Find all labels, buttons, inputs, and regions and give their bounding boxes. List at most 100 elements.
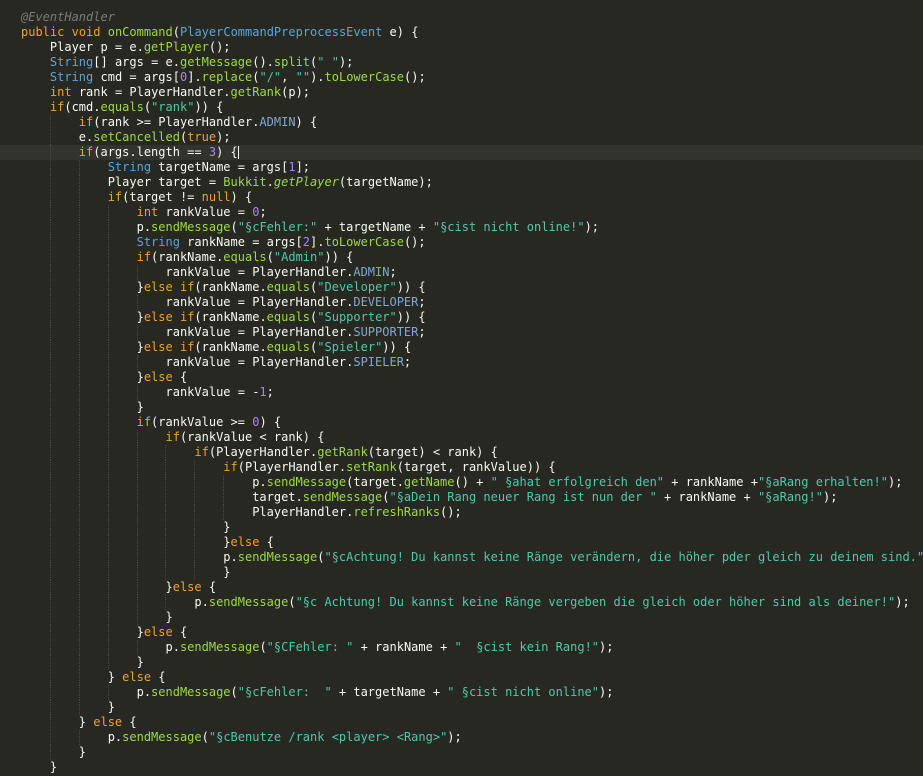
indent-guide — [194, 550, 196, 565]
code-text: Player p = e.getPlayer(); — [21, 40, 231, 54]
code-line[interactable]: }else { — [0, 625, 923, 640]
code-line[interactable]: Player target = Bukkit.getPlayer(targetN… — [0, 175, 923, 190]
code-area[interactable]: @EventHandler public void onCommand(Playe… — [0, 10, 923, 775]
code-line[interactable]: }else if(rankName.equals("Spieler")) { — [0, 340, 923, 355]
code-line[interactable]: rankValue = PlayerHandler.DEVELOPER; — [0, 295, 923, 310]
code-line[interactable]: } — [0, 745, 923, 760]
code-line[interactable]: }else if(rankName.equals("Supporter")) { — [0, 310, 923, 325]
indent-guide — [78, 685, 80, 700]
code-line[interactable]: public void onCommand(PlayerCommandPrepr… — [0, 25, 923, 40]
code-line[interactable]: rankValue = PlayerHandler.SUPPORTER; — [0, 325, 923, 340]
code-line[interactable]: } — [0, 760, 923, 775]
code-line[interactable]: if(PlayerHandler.getRank(target) < rank)… — [0, 445, 923, 460]
indent-guide — [165, 565, 167, 580]
code-line[interactable]: int rank = PlayerHandler.getRank(p); — [0, 85, 923, 100]
code-line[interactable]: String rankName = args[2].toLowerCase(); — [0, 235, 923, 250]
indent-guide — [107, 520, 109, 535]
code-line[interactable]: PlayerHandler.refreshRanks(); — [0, 505, 923, 520]
indent-guide — [49, 310, 51, 325]
indent-guide — [107, 580, 109, 595]
indent-guide — [136, 445, 138, 460]
code-text: } — [21, 700, 115, 714]
indent-guide — [165, 520, 167, 535]
code-line[interactable]: if(rank >= PlayerHandler.ADMIN) { — [0, 115, 923, 130]
indent-guide — [107, 415, 109, 430]
indent-guide — [136, 265, 138, 280]
code-line[interactable]: p.sendMessage("§cFehler:" + targetName +… — [0, 220, 923, 235]
code-text: String[] args = e.getMessage().split(" "… — [49, 55, 354, 69]
code-line[interactable]: } — [0, 700, 923, 715]
code-line[interactable]: e.setCancelled(true); — [0, 130, 923, 145]
indent-guide — [78, 625, 80, 640]
code-line[interactable]: rankValue = PlayerHandler.ADMIN; — [0, 265, 923, 280]
indent-guide — [49, 265, 51, 280]
code-text: } else { — [21, 715, 137, 729]
indent-guide — [107, 475, 109, 490]
code-line[interactable]: } — [0, 520, 923, 535]
code-line[interactable]: if(args.length == 3) { — [0, 145, 923, 160]
indent-guide — [78, 265, 80, 280]
code-line[interactable]: if(rankValue < rank) { — [0, 430, 923, 445]
code-line[interactable]: p.sendMessage(target.getName() + " §ahat… — [0, 475, 923, 490]
code-line[interactable]: p.sendMessage("§cFehler: " + targetName … — [0, 685, 923, 700]
indent-guide — [49, 115, 51, 130]
indent-guide — [49, 430, 51, 445]
code-text: if(rankValue >= 0) { — [136, 415, 282, 429]
code-line[interactable]: if(rankName.equals("Admin")) { — [0, 250, 923, 265]
code-text: if(cmd.equals("rank")) { — [49, 100, 224, 114]
code-line[interactable]: p.sendMessage("§CFehler: " + rankName + … — [0, 640, 923, 655]
code-text: if(PlayerHandler.setRank(target, rankVal… — [223, 460, 556, 474]
code-line[interactable]: } — [0, 655, 923, 670]
indent-guide — [78, 520, 80, 535]
indent-guide — [107, 400, 109, 415]
indent-guide — [78, 505, 80, 520]
indent-guide — [49, 460, 51, 475]
indent-guide — [49, 535, 51, 550]
code-line[interactable]: @EventHandler — [0, 10, 923, 25]
indent-guide — [78, 355, 80, 370]
code-text: } — [21, 655, 144, 669]
code-line[interactable]: String[] args = e.getMessage().split(" "… — [0, 55, 923, 70]
code-line[interactable]: if(cmd.equals("rank")) { — [0, 100, 923, 115]
indent-guide — [78, 700, 80, 715]
code-line[interactable]: } else { — [0, 715, 923, 730]
code-line[interactable]: String targetName = args[1]; — [0, 160, 923, 175]
code-line[interactable]: Player p = e.getPlayer(); — [0, 40, 923, 55]
code-line[interactable]: } — [0, 565, 923, 580]
code-line[interactable]: rankValue = -1; — [0, 385, 923, 400]
code-text: } else { — [21, 670, 166, 684]
code-line[interactable]: }else { — [0, 370, 923, 385]
code-text: } — [21, 610, 173, 624]
code-line[interactable]: if(PlayerHandler.setRank(target, rankVal… — [0, 460, 923, 475]
indent-guide — [78, 295, 80, 310]
indent-guide — [136, 355, 138, 370]
code-text: p.sendMessage("§cFehler: " + targetName … — [21, 685, 614, 699]
indent-guide — [107, 280, 109, 295]
code-line[interactable]: } — [0, 610, 923, 625]
indent-guide — [165, 505, 167, 520]
indent-guide — [78, 565, 80, 580]
indent-guide — [136, 595, 138, 610]
code-line[interactable]: } else { — [0, 670, 923, 685]
indent-guide — [136, 325, 138, 340]
indent-guide — [107, 325, 109, 340]
code-line[interactable]: }else { — [0, 580, 923, 595]
code-editor[interactable]: @EventHandler public void onCommand(Playe… — [0, 0, 923, 776]
code-line[interactable]: if(rankValue >= 0) { — [0, 415, 923, 430]
code-line[interactable]: int rankValue = 0; — [0, 205, 923, 220]
code-line[interactable]: if(target != null) { — [0, 190, 923, 205]
indent-guide — [49, 145, 51, 160]
code-line[interactable]: rankValue = PlayerHandler.SPIELER; — [0, 355, 923, 370]
indent-guide — [107, 220, 109, 235]
indent-guide — [194, 475, 196, 490]
code-line[interactable]: String cmd = args[0].replace("/", "").to… — [0, 70, 923, 85]
indent-guide — [78, 640, 80, 655]
code-line[interactable]: p.sendMessage("§cBenutze /rank <player> … — [0, 730, 923, 745]
code-line[interactable]: p.sendMessage("§cAchtung! Du kannst kein… — [0, 550, 923, 565]
indent-guide — [107, 250, 109, 265]
code-line[interactable]: }else if(rankName.equals("Developer")) { — [0, 280, 923, 295]
code-line[interactable]: p.sendMessage("§c Achtung! Du kannst kei… — [0, 595, 923, 610]
code-line[interactable]: target.sendMessage("§aDein Rang neuer Ra… — [0, 490, 923, 505]
code-line[interactable]: }else { — [0, 535, 923, 550]
code-line[interactable]: } — [0, 400, 923, 415]
